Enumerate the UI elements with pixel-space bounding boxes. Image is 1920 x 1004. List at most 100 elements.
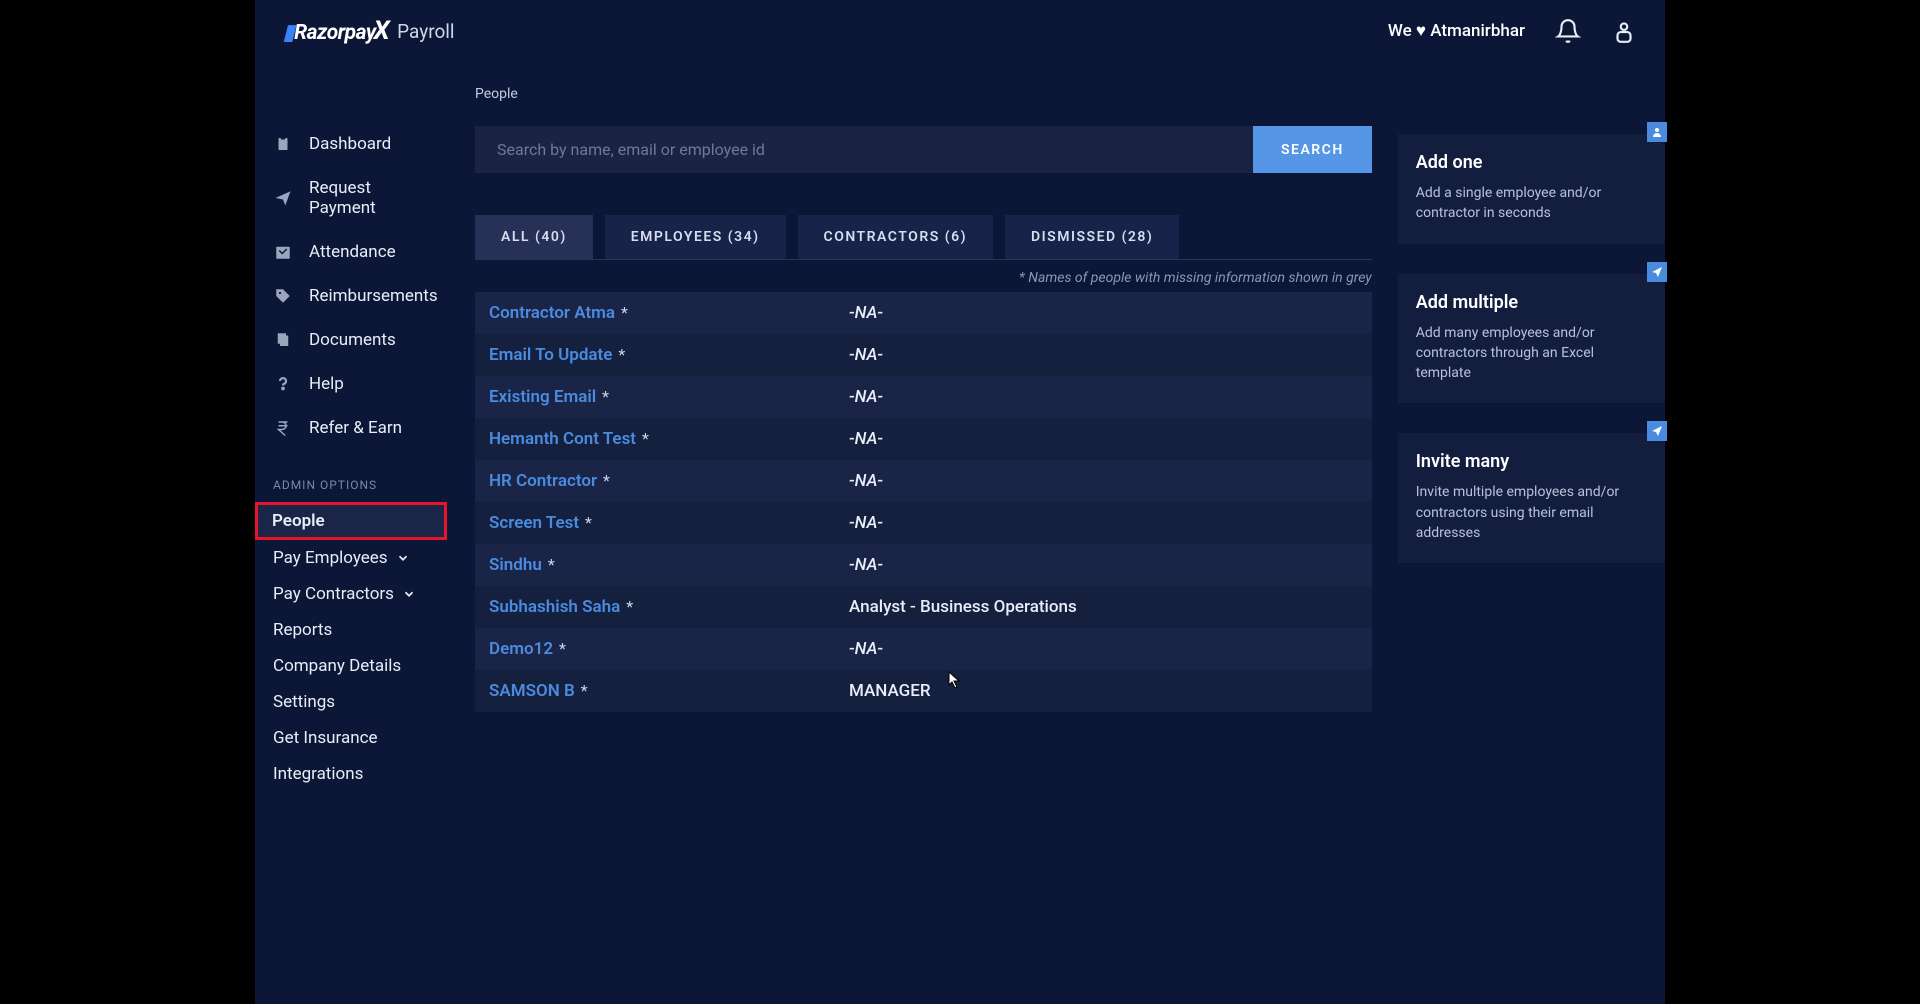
role-cell: -NA- [849, 555, 1358, 575]
table-row: Sindhu * -NA- [475, 544, 1372, 586]
table-row: SAMSON B * MANAGER [475, 670, 1372, 712]
asterisk: * [599, 471, 610, 490]
person-link[interactable]: Existing Email [489, 387, 596, 407]
sidebar-item-label: Documents [309, 330, 396, 350]
tab-contractors-[interactable]: CONTRACTORS (6) [798, 215, 993, 259]
person-link[interactable]: Contractor Atma [489, 303, 615, 323]
table-row: Subhashish Saha * Analyst - Business Oper… [475, 586, 1372, 628]
role-cell: -NA- [849, 345, 1358, 365]
asterisk: * [622, 597, 633, 616]
admin-item-label: Pay Employees [273, 548, 388, 568]
asterisk: * [577, 681, 588, 700]
sidebar-item-reimbursements[interactable]: Reimbursements [255, 274, 451, 318]
table-row: Contractor Atma * -NA- [475, 292, 1372, 334]
page-title: People [475, 86, 1372, 102]
admin-item-get-insurance[interactable]: Get Insurance [255, 720, 451, 756]
admin-item-label: Settings [273, 692, 335, 712]
person-link[interactable]: Hemanth Cont Test [489, 429, 636, 449]
admin-item-integrations[interactable]: Integrations [255, 756, 451, 792]
sidebar-item-attendance[interactable]: Attendance [255, 230, 451, 274]
tab-employees-[interactable]: EMPLOYEES (34) [605, 215, 786, 259]
admin-item-company-details[interactable]: Company Details [255, 648, 451, 684]
calendar-icon [273, 242, 293, 262]
asterisk: * [581, 513, 592, 532]
person-link[interactable]: Subhashish Saha [489, 597, 620, 617]
admin-item-pay-employees[interactable]: Pay Employees [255, 540, 451, 576]
admin-item-label: Company Details [273, 656, 401, 676]
rupee-icon [273, 418, 293, 438]
card-add-one[interactable]: Add one Add a single employee and/or cont… [1398, 134, 1665, 244]
asterisk: * [617, 303, 628, 322]
person-link[interactable]: Email To Update [489, 345, 612, 365]
role-cell: -NA- [849, 471, 1358, 491]
table-row: Demo12 * -NA- [475, 628, 1372, 670]
search-input[interactable] [475, 126, 1253, 173]
admin-item-label: Get Insurance [273, 728, 378, 748]
help-icon [273, 374, 293, 394]
brand-text: Razorpay [294, 21, 376, 45]
role-cell: -NA- [849, 303, 1358, 323]
role-cell: -NA- [849, 387, 1358, 407]
role-cell: MANAGER [849, 681, 1358, 701]
card-badge-icon [1647, 421, 1667, 441]
asterisk: * [638, 429, 649, 448]
tabs: ALL (40) EMPLOYEES (34) CONTRACTORS (6) DIS… [475, 215, 1372, 260]
person-link[interactable]: Screen Test [489, 513, 579, 533]
admin-item-settings[interactable]: Settings [255, 684, 451, 720]
admin-item-label: Integrations [273, 764, 363, 784]
person-link[interactable]: SAMSON B [489, 681, 575, 701]
sidebar-item-label: Request Payment [309, 178, 433, 218]
sidebar-item-label: Refer & Earn [309, 418, 402, 438]
card-title: Add one [1416, 152, 1647, 173]
logo[interactable]: ▮RazorpayX Payroll [283, 16, 455, 46]
card-title: Invite many [1416, 451, 1647, 472]
card-invite-many[interactable]: Invite manyInvite multiple employees and… [1398, 433, 1665, 563]
role-cell: Analyst - Business Operations [849, 597, 1358, 617]
sidebar-item-dashboard[interactable]: Dashboard [255, 122, 451, 166]
missing-info-note: * Names of people with missing informati… [475, 260, 1372, 292]
sidebar-item-refer-earn[interactable]: Refer & Earn [255, 406, 451, 450]
sidebar-item-documents[interactable]: Documents [255, 318, 451, 362]
user-icon[interactable] [1611, 18, 1637, 44]
sidebar-item-help[interactable]: Help [255, 362, 451, 406]
person-link[interactable]: HR Contractor [489, 471, 597, 491]
admin-item-pay-contractors[interactable]: Pay Contractors [255, 576, 451, 612]
table-row: HR Contractor * -NA- [475, 460, 1372, 502]
header: ▮RazorpayX Payroll We ♥ Atmanirbhar [255, 0, 1665, 62]
card-add-multiple[interactable]: Add multipleAdd many employees and/or co… [1398, 274, 1665, 404]
card-badge-icon [1647, 262, 1667, 282]
people-table: Contractor Atma * -NA- Email To Update * -N… [475, 292, 1372, 712]
brand-x: X [374, 16, 390, 46]
admin-item-people[interactable]: People [255, 502, 447, 540]
admin-item-reports[interactable]: Reports [255, 612, 451, 648]
role-cell: -NA- [849, 513, 1358, 533]
sidebar-item-label: Attendance [309, 242, 396, 262]
person-link[interactable]: Demo12 [489, 639, 553, 659]
sidebar-item-label: Reimbursements [309, 286, 438, 306]
admin-item-label: Pay Contractors [273, 584, 394, 604]
sidebar-item-request-payment[interactable]: Request Payment [255, 166, 451, 230]
bell-icon[interactable] [1555, 18, 1581, 44]
person-link[interactable]: Sindhu [489, 555, 542, 575]
card-desc: Add a single employee and/or contractor … [1416, 183, 1647, 224]
brand-sub: Payroll [397, 20, 454, 43]
table-row: Hemanth Cont Test *-NA- [475, 418, 1372, 460]
admin-item-label: Reports [273, 620, 332, 640]
chevron-down-icon [396, 551, 410, 565]
asterisk: * [614, 345, 625, 364]
asterisk: * [598, 387, 609, 406]
tab-all-[interactable]: ALL (40) [475, 215, 593, 259]
card-desc: Add many employees and/or contractors th… [1416, 323, 1647, 384]
admin-item-label: People [272, 511, 325, 531]
sidebar: Dashboard Request Payment Attendance Reimbu… [255, 62, 451, 1004]
tagline: We ♥ Atmanirbhar [1388, 21, 1525, 41]
card-badge-icon [1647, 122, 1667, 142]
sidebar-item-label: Help [309, 374, 344, 394]
role-cell: -NA- [849, 639, 1358, 659]
table-row: Screen Test * -NA- [475, 502, 1372, 544]
tab-dismissed-[interactable]: DISMISSED (28) [1005, 215, 1179, 259]
table-row: Email To Update * -NA- [475, 334, 1372, 376]
asterisk: * [544, 555, 555, 574]
asterisk: * [555, 639, 566, 658]
search-button[interactable]: SEARCH [1253, 126, 1372, 173]
